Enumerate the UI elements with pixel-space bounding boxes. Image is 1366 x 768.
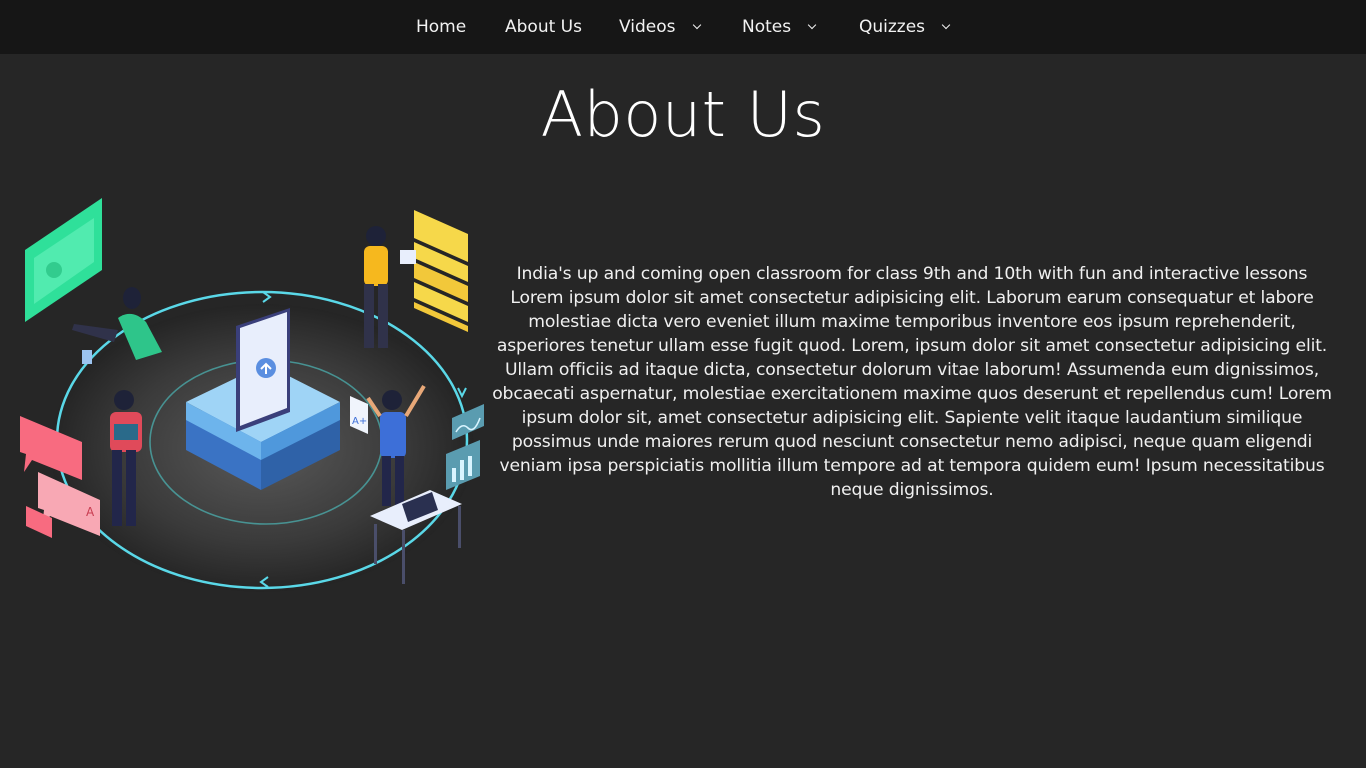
- ring-arrow-icon: [457, 387, 467, 399]
- nav-videos-dropdown[interactable]: Videos: [619, 0, 701, 54]
- chevron-down-icon: [692, 20, 701, 30]
- svg-text:A+: A+: [352, 416, 367, 427]
- smartphone-icon: [236, 308, 290, 432]
- nav-about-us-link[interactable]: About Us: [505, 0, 582, 54]
- online-classroom-illustration: A A+: [20, 198, 484, 592]
- navbar: Home About Us Videos Notes Quizzes: [0, 0, 1366, 54]
- about-tagline: India's up and coming open classroom for…: [516, 264, 1308, 284]
- about-description: India's up and coming open classroom for…: [486, 262, 1338, 502]
- ring-arrow-icon: [262, 291, 272, 303]
- nav-home-label: Home: [416, 17, 467, 37]
- nav-notes-dropdown[interactable]: Notes: [742, 0, 817, 54]
- nav-notes-label: Notes: [742, 17, 792, 37]
- video-panel-icon: [25, 198, 102, 322]
- notes-list-icon: [414, 210, 468, 332]
- nav-videos-label: Videos: [619, 17, 676, 37]
- nav-home-link[interactable]: Home: [416, 0, 466, 54]
- student-standing-yellow: [364, 226, 416, 348]
- page-title: About Us: [540, 78, 826, 151]
- nav-about-us-label: About Us: [505, 17, 582, 37]
- chevron-down-icon: [941, 20, 951, 30]
- about-body: Lorem ipsum dolor sit amet consectetur a…: [492, 288, 1332, 500]
- chevron-down-icon: [807, 20, 817, 30]
- nav-quizzes-label: Quizzes: [859, 17, 926, 37]
- svg-text:A: A: [86, 505, 95, 519]
- nav-quizzes-dropdown[interactable]: Quizzes: [859, 0, 951, 54]
